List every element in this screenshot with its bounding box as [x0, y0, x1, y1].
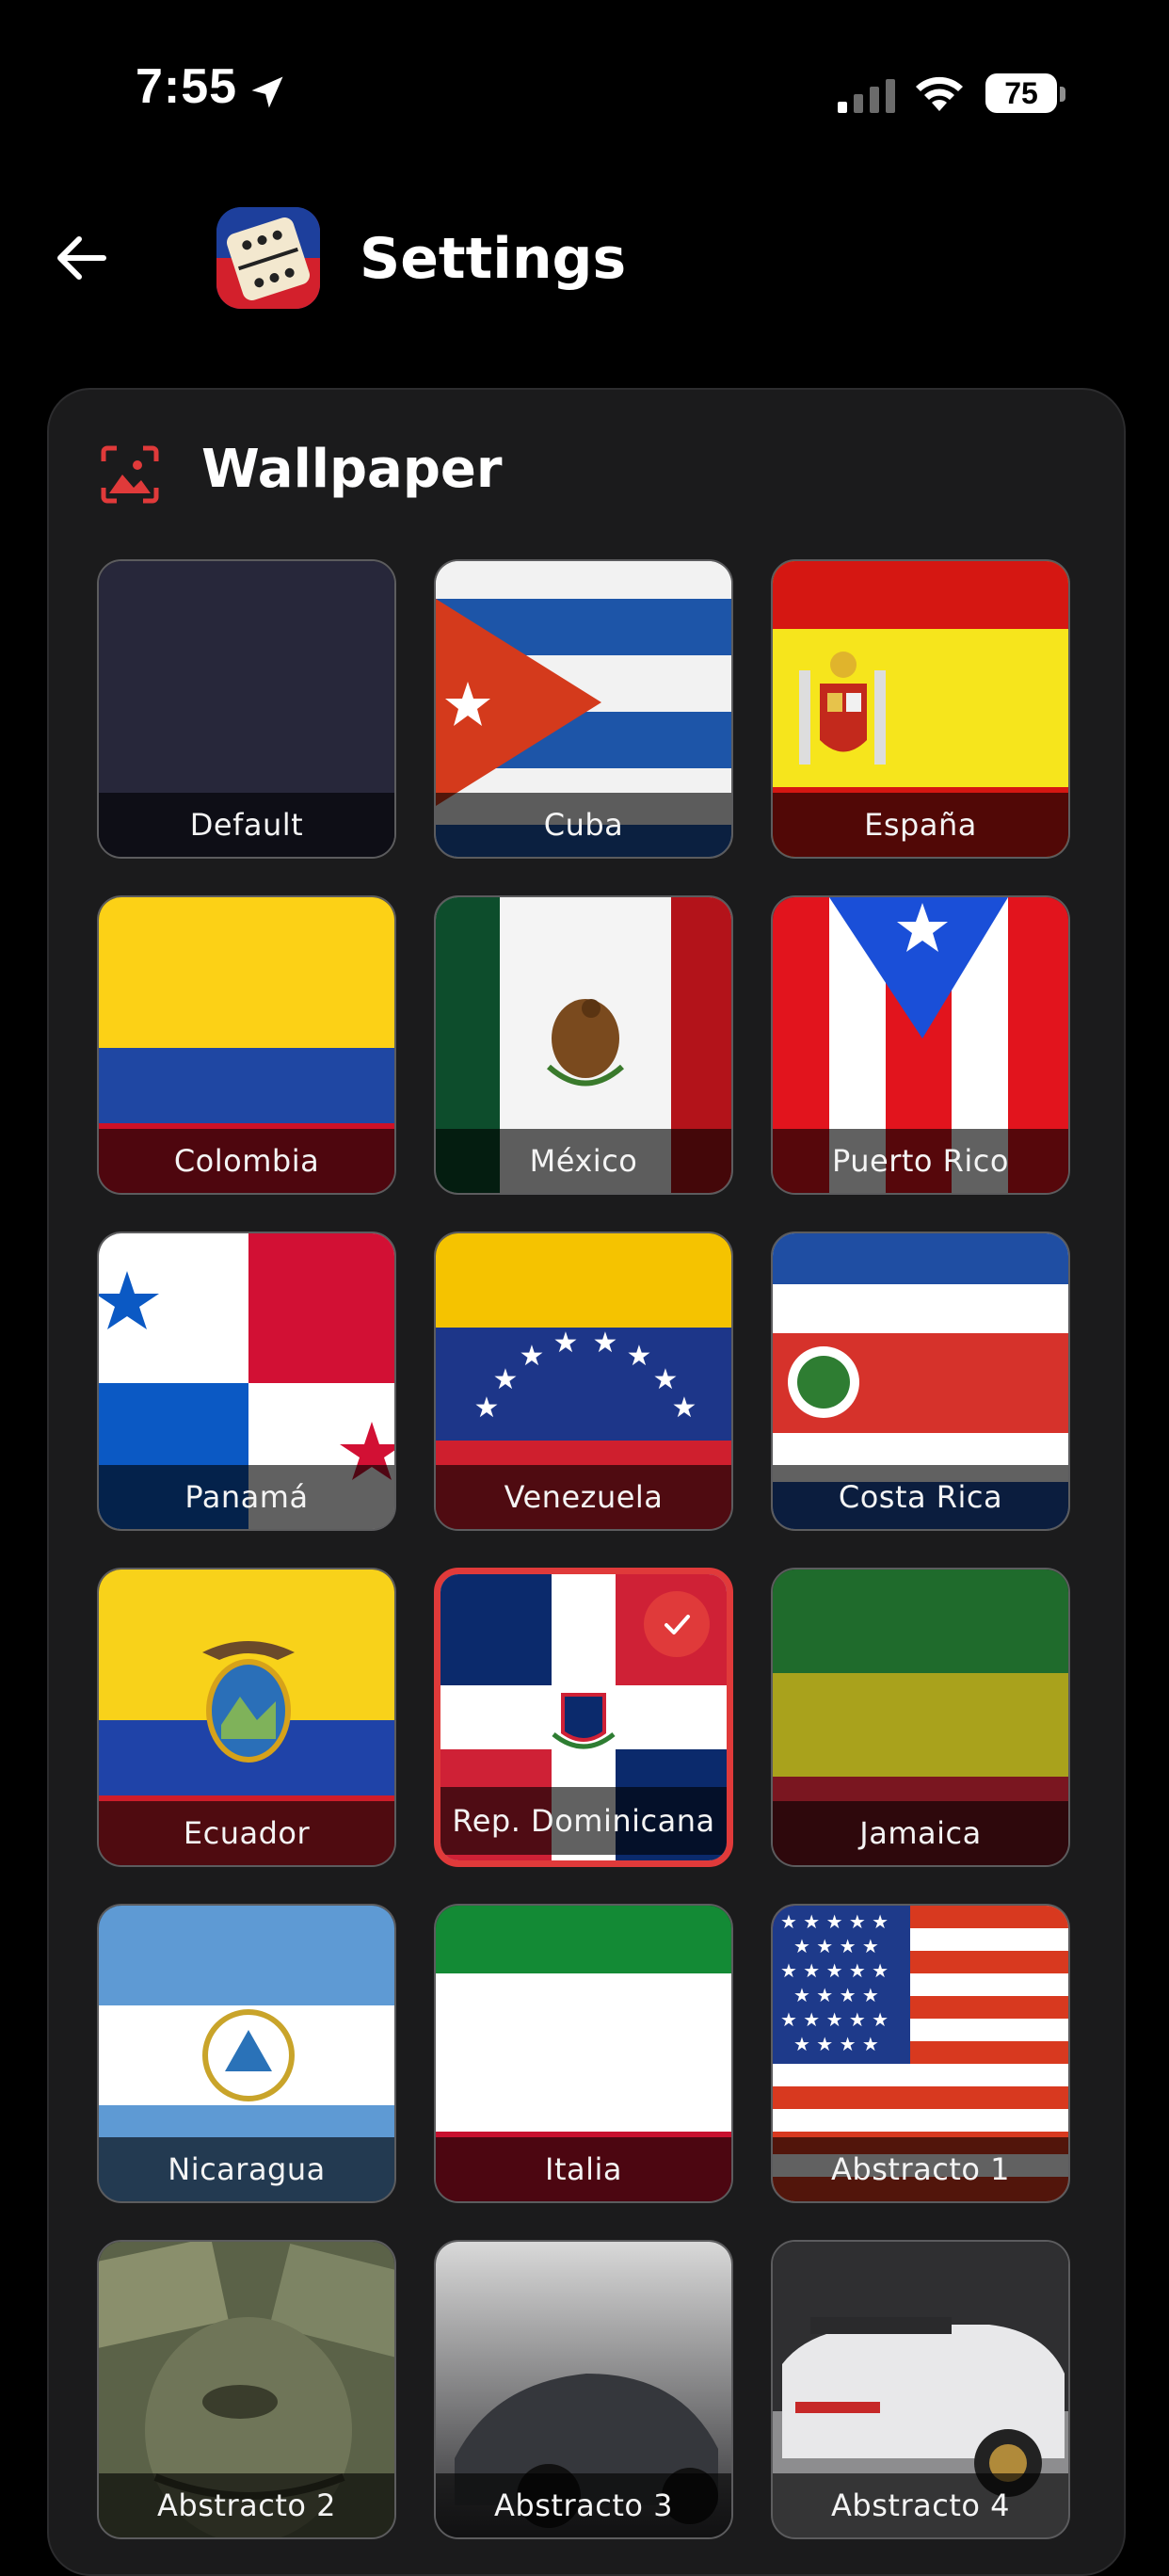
wallpaper-tile-venezuela[interactable]: ★ ★ ★ ★ ★ ★ ★ ★ Venezuela [434, 1232, 733, 1531]
svg-text:★ ★ ★ ★ ★: ★ ★ ★ ★ ★ [780, 1910, 889, 1933]
wallpaper-label: Abstracto 1 [773, 2137, 1068, 2201]
svg-text:★: ★ [672, 1392, 697, 1425]
wallpaper-image-icon [101, 445, 159, 504]
svg-text:★: ★ [627, 1340, 652, 1373]
wallpaper-tile-default[interactable]: Default [97, 559, 396, 859]
wallpaper-label: Colombia [99, 1129, 394, 1193]
wallpaper-label: España [773, 793, 1068, 857]
wallpaper-tile-ecuador[interactable]: Ecuador [97, 1568, 396, 1867]
wallpaper-tile-italia[interactable]: Italia [434, 1904, 733, 2203]
status-bar: 7:55 75 [0, 0, 1169, 188]
wallpaper-tile-abstracto-4[interactable]: Abstracto 4 [771, 2240, 1070, 2539]
selected-check-icon [644, 1591, 710, 1657]
cellular-signal-icon [838, 79, 895, 113]
wallpaper-label: Panamá [99, 1465, 394, 1529]
svg-text:★ ★ ★ ★: ★ ★ ★ ★ [793, 2033, 879, 2055]
page-title: Settings [360, 226, 627, 292]
wallpaper-tile-abstracto-2[interactable]: Abstracto 2 [97, 2240, 396, 2539]
wallpaper-tile-mexico[interactable]: México [434, 895, 733, 1195]
svg-text:★: ★ [474, 1392, 500, 1425]
wallpaper-tile-puerto-rico[interactable]: Puerto Rico [771, 895, 1070, 1195]
wallpaper-label: Italia [436, 2137, 731, 2201]
svg-text:★ ★ ★ ★ ★: ★ ★ ★ ★ ★ [780, 1959, 889, 1982]
svg-text:★ ★ ★ ★ ★: ★ ★ ★ ★ ★ [780, 2008, 889, 2031]
back-arrow-icon[interactable] [47, 224, 115, 292]
svg-text:★: ★ [493, 1363, 519, 1396]
svg-text:★ ★ ★ ★: ★ ★ ★ ★ [793, 1935, 879, 1957]
wallpaper-label: Nicaragua [99, 2137, 394, 2201]
wallpaper-label: Abstracto 4 [773, 2473, 1068, 2537]
wallpaper-label: Jamaica [773, 1801, 1068, 1865]
app-logo [216, 207, 320, 309]
wallpaper-label: Puerto Rico [773, 1129, 1068, 1193]
status-time: 7:55 [136, 59, 238, 114]
wallpaper-label: Abstracto 3 [436, 2473, 731, 2537]
wallpaper-tile-espana[interactable]: España [771, 559, 1070, 859]
wallpaper-label: Cuba [436, 793, 731, 857]
coat-of-arms-icon [552, 1693, 616, 1749]
svg-text:★ ★ ★ ★: ★ ★ ★ ★ [793, 1984, 879, 2006]
wallpaper-tile-panama[interactable]: Panamá [97, 1232, 396, 1531]
wallpaper-label: Ecuador [99, 1801, 394, 1865]
wallpaper-tile-costa-rica[interactable]: Costa Rica [771, 1232, 1070, 1531]
svg-text:★: ★ [520, 1340, 545, 1373]
wallpaper-tile-jamaica[interactable]: Jamaica [771, 1568, 1070, 1867]
wallpaper-tile-nicaragua[interactable]: Nicaragua [97, 1904, 396, 2203]
wallpaper-label: Abstracto 2 [99, 2473, 394, 2537]
battery-indicator: 75 [985, 73, 1057, 113]
svg-text:★: ★ [593, 1327, 618, 1360]
location-arrow-icon [251, 76, 283, 108]
wallpaper-label: Default [99, 793, 394, 857]
wallpaper-tile-colombia[interactable]: Colombia [97, 895, 396, 1195]
wallpaper-tile-cuba[interactable]: Cuba [434, 559, 733, 859]
wallpaper-label: Venezuela [436, 1465, 731, 1529]
wallpaper-label: Rep. Dominicana [440, 1787, 727, 1855]
wallpaper-tile-rep-dominicana[interactable]: Rep. Dominicana [434, 1568, 733, 1867]
svg-text:★: ★ [553, 1327, 579, 1360]
wallpaper-label: Costa Rica [773, 1465, 1068, 1529]
battery-tip [1060, 87, 1065, 102]
wallpaper-tile-abstracto-1[interactable]: ★ ★ ★ ★ ★ ★ ★ ★ ★ ★ ★ ★ ★ ★ ★ ★ ★ ★ ★ ★ ★ … [771, 1904, 1070, 2203]
wifi-icon [916, 76, 963, 111]
section-title: Wallpaper [201, 439, 503, 500]
wallpaper-tile-abstracto-3[interactable]: Abstracto 3 [434, 2240, 733, 2539]
wallpaper-label: México [436, 1129, 731, 1193]
